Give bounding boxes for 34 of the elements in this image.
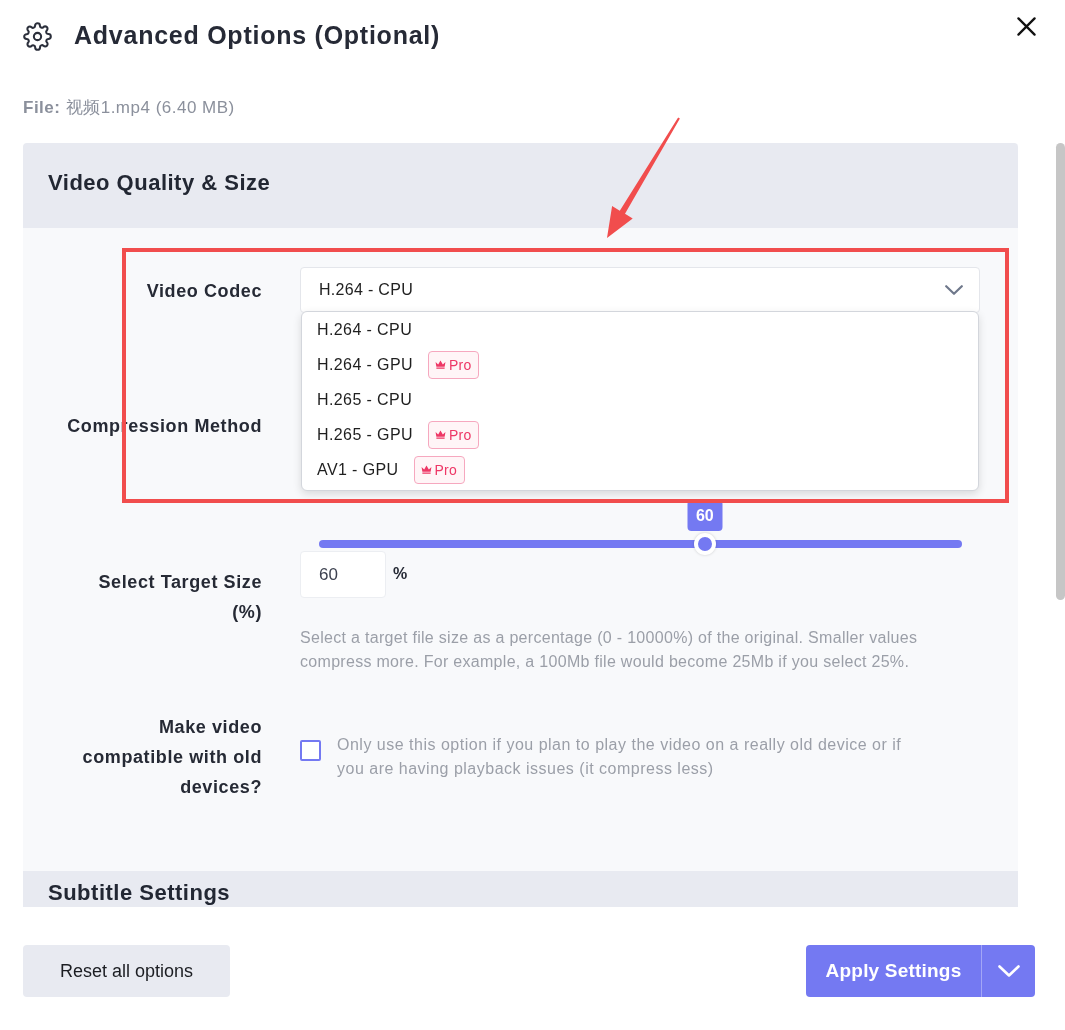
dropdown-option[interactable]: H.264 - CPU <box>302 312 978 347</box>
crown-icon <box>435 430 446 439</box>
crown-icon <box>420 465 432 474</box>
badge-label: Pro <box>449 425 472 444</box>
scrollbar-thumb[interactable] <box>1056 143 1065 600</box>
reset-button[interactable]: Reset all options <box>23 945 230 997</box>
checkbox[interactable] <box>300 740 321 761</box>
field-label: Make video compatible with old devices? <box>81 716 262 799</box>
section-title: Video Quality & Size <box>48 170 272 196</box>
file-info: File: 视频1.mp4 (6.40 MB) <box>23 97 235 119</box>
number-input[interactable]: 60 <box>300 551 386 598</box>
field-label: Select Target Size (%) <box>97 571 262 624</box>
slider-thumb[interactable] <box>693 533 716 555</box>
slider-track[interactable] <box>319 533 962 555</box>
badge-label: Pro <box>434 460 457 479</box>
dropdown-option[interactable]: H.265 - GPU Pro <box>302 417 978 452</box>
badge-label: Pro <box>449 355 472 374</box>
apply-settings-button[interactable]: Apply Settings <box>806 945 981 997</box>
dropdown-option[interactable]: AV1 - GPU Pro <box>302 452 978 487</box>
unit-label: % <box>393 564 408 584</box>
field-hint: Only use this option if you plan to play the video on a really old device or if you are having playback issues (it compress less) <box>337 735 903 779</box>
dropdown-option[interactable]: H.264 - GPU Pro <box>302 347 978 382</box>
select-field[interactable]: H.264 - CPU <box>300 267 980 313</box>
crown-icon <box>435 360 446 369</box>
chevron-down-icon <box>997 965 1020 977</box>
dialog-title: Advanced Options (Optional) <box>74 20 441 50</box>
section-title: Subtitle Settings <box>48 880 232 906</box>
dropdown-option[interactable]: H.265 - CPU <box>302 382 978 417</box>
field-label: Video Codec <box>145 280 262 303</box>
chevron-down-icon <box>945 285 963 295</box>
field-hint: Select a target file size as a percentage (0 - 10000%) of the original. Smaller values compress more. For example, a 100Mb file would become 25Mb if you select 25%. <box>300 628 919 672</box>
dropdown-toggle-button[interactable] <box>981 945 1035 997</box>
close-icon[interactable] <box>1017 17 1036 36</box>
settings-icon <box>23 22 52 51</box>
